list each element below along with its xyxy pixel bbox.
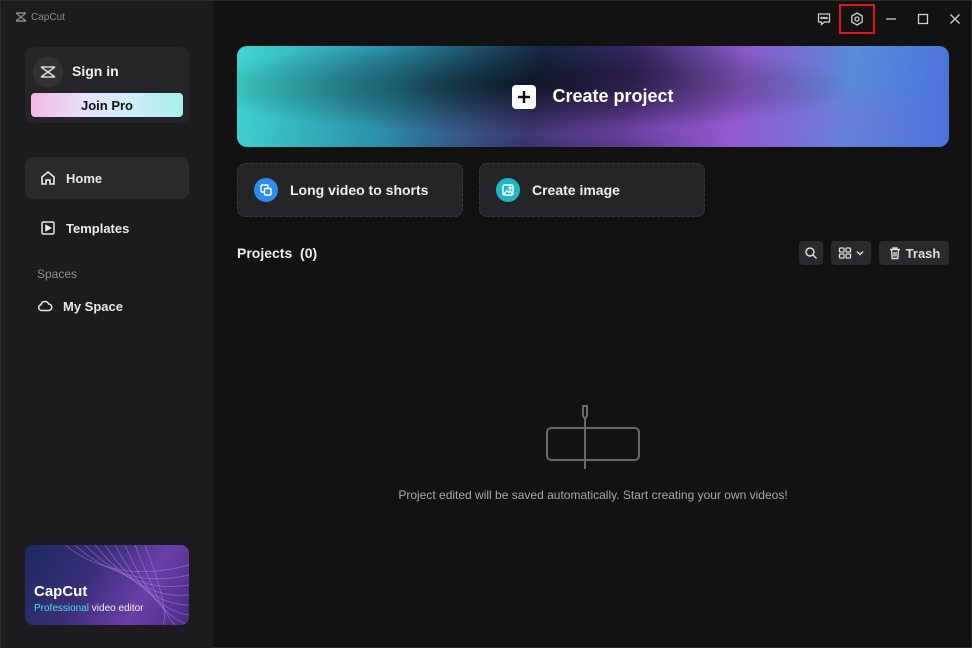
trash-button[interactable]: Trash	[879, 241, 949, 265]
create-image-button[interactable]: Create image	[479, 163, 705, 217]
promo-subtitle: Professional video editor	[34, 603, 144, 614]
long-video-to-shorts-icon	[254, 178, 278, 202]
close-icon	[950, 14, 960, 24]
sidebar-item-templates[interactable]: Templates	[25, 207, 189, 249]
sidebar-item-home[interactable]: Home	[25, 157, 189, 199]
join-pro-button[interactable]: Join Pro	[31, 93, 183, 117]
avatar[interactable]	[33, 57, 63, 87]
empty-projects-message: Project edited will be saved automatical…	[398, 488, 788, 502]
home-icon	[41, 170, 55, 185]
settings-icon	[851, 12, 863, 26]
projects-count: (0)	[300, 245, 318, 261]
promo-subtitle-rest: video editor	[89, 603, 144, 614]
cloud-icon	[38, 300, 53, 312]
create-image-icon	[496, 178, 520, 202]
app-name: CapCut	[31, 11, 65, 23]
chevron-down-icon	[856, 251, 864, 256]
minimize-icon	[886, 18, 896, 20]
create-project-label: Create project	[552, 86, 674, 106]
templates-icon	[41, 221, 55, 235]
plus-icon	[512, 84, 537, 109]
account-card: Sign in Join Pro	[25, 47, 189, 123]
search-projects-button[interactable]	[799, 241, 823, 265]
create-project-button[interactable]: Create project	[237, 46, 949, 147]
promo-title: CapCut	[34, 583, 88, 600]
empty-projects-illustration	[546, 405, 640, 469]
sidebar: CapCut Sign in Join Pro Home Templates S…	[1, 1, 213, 648]
close-button[interactable]	[941, 5, 969, 33]
sign-in-link[interactable]: Sign in	[72, 63, 119, 79]
projects-title: Projects	[237, 245, 293, 261]
promo-banner[interactable]: CapCut Professional video editor	[25, 545, 189, 625]
search-icon	[805, 247, 818, 260]
sidebar-item-label: Home	[66, 170, 103, 186]
long-video-to-shorts-label: Long video to shorts	[290, 182, 429, 198]
capcut-window: CapCut Sign in Join Pro Home Templates S…	[0, 0, 972, 648]
sidebar-item-my-space[interactable]: My Space	[25, 285, 189, 327]
view-mode-dropdown[interactable]	[831, 241, 871, 265]
promo-subtitle-accent: Professional	[34, 603, 90, 614]
app-logo: CapCut	[15, 11, 65, 23]
feedback-button[interactable]	[810, 5, 838, 33]
maximize-button[interactable]	[909, 5, 937, 33]
maximize-icon	[917, 13, 929, 25]
capcut-logo-icon	[15, 12, 27, 22]
grid-view-icon	[838, 247, 852, 259]
capcut-avatar-icon	[40, 66, 56, 78]
sidebar-item-label: Templates	[66, 220, 130, 236]
long-video-to-shorts-button[interactable]: Long video to shorts	[237, 163, 463, 217]
feedback-icon	[817, 13, 831, 26]
projects-heading: Projects (0)	[237, 245, 317, 261]
spaces-section-label: Spaces	[37, 267, 78, 281]
trash-icon	[889, 247, 900, 260]
create-image-label: Create image	[532, 182, 620, 198]
settings-button[interactable]	[839, 4, 875, 34]
minimize-button[interactable]	[877, 5, 905, 33]
trash-label: Trash	[905, 245, 941, 261]
sidebar-item-label: My Space	[63, 298, 123, 314]
